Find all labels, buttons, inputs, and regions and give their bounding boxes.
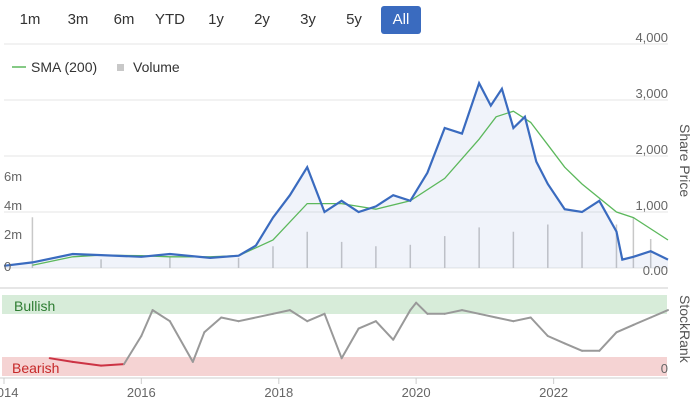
bullish-band [2, 295, 667, 314]
stockrank-segment [392, 309, 412, 341]
bearish-label: Bearish [12, 360, 59, 376]
stockrank-segment [168, 320, 194, 363]
price-axis-ticks: 0.00 1,000 2,000 3,000 4,000 [635, 30, 668, 278]
x-tick-label: 2018 [264, 385, 293, 400]
stockrank-segment [237, 312, 274, 323]
stockrank-segment [563, 342, 584, 352]
x-tick-label: 2020 [402, 385, 431, 400]
stockrank-segment [323, 312, 343, 360]
x-axis-ticks: 2014 2016 2018 2020 2022 [0, 378, 568, 400]
stockrank-axis-title: StockRank [677, 295, 693, 364]
stockrank-segment [546, 335, 566, 345]
price-tick-label: 2,000 [635, 142, 668, 157]
price-tick-label: 0.00 [643, 263, 668, 278]
x-tick-label: 2014 [0, 385, 18, 400]
price-tick-label: 1,000 [635, 198, 668, 213]
stockrank-segment [340, 327, 360, 360]
price-chart: Bullish Bearish SMA (200) Volume 0.00 1,0… [0, 30, 693, 400]
price-area [4, 83, 668, 268]
stockrank-segment [632, 316, 652, 326]
volume-tick-label: 4m [4, 198, 22, 213]
volume-bar [31, 217, 34, 268]
stockrank-tick-0: 0 [661, 361, 668, 376]
sma-legend-label[interactable]: SMA (200) [31, 59, 97, 75]
stockrank-segment [598, 331, 618, 352]
volume-tick-label: 2m [4, 227, 22, 242]
stockrank-segment [203, 316, 223, 334]
stockrank-segment [306, 312, 326, 323]
x-tick-label: 2022 [539, 385, 568, 400]
price-tick-label: 3,000 [635, 86, 668, 101]
stockrank-segment [478, 312, 498, 319]
volume-legend-swatch [117, 64, 124, 71]
volume-axis-ticks: 0 2m 4m 6m [4, 169, 22, 274]
price-tick-label: 4,000 [635, 30, 668, 45]
share-price-axis-title: Share Price [677, 124, 693, 197]
volume-legend-label[interactable]: Volume [133, 59, 180, 75]
stockrank-segment [357, 320, 377, 330]
stockrank-segment [512, 316, 532, 323]
stockrank-segment [495, 316, 515, 323]
stockrank-segment [529, 316, 549, 337]
bullish-label: Bullish [14, 298, 55, 314]
stockrank-segment [615, 323, 635, 334]
stockrank-segment [220, 316, 240, 323]
volume-tick-label: 0 [4, 259, 11, 274]
stockrank-segment [374, 320, 395, 341]
x-tick-label: 2016 [127, 385, 156, 400]
volume-tick-label: 6m [4, 169, 22, 184]
